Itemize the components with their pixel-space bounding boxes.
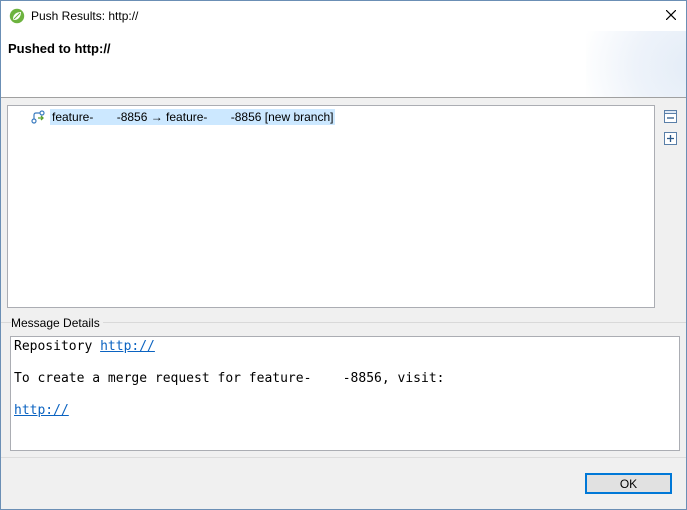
pane-divider[interactable] — [1, 322, 686, 323]
collapse-all-icon — [664, 110, 677, 126]
header-decoration — [586, 31, 686, 97]
push-results-tree[interactable]: feature- -8856 → feature- -8856 [new bra… — [7, 105, 655, 308]
push-branch-icon — [30, 109, 46, 125]
message-line-merge-request: To create a merge request for feature- -… — [14, 371, 445, 386]
window-title: Push Results: http:// — [31, 9, 139, 23]
title-bar: Push Results: http:// — [1, 1, 686, 31]
close-button[interactable] — [656, 1, 686, 31]
header-title: Pushed to http:// — [8, 41, 111, 56]
expand-all-button[interactable] — [664, 132, 677, 145]
merge-request-link[interactable]: http:// — [14, 403, 69, 418]
ok-button[interactable]: OK — [585, 473, 672, 494]
repository-link[interactable]: http:// — [100, 339, 155, 354]
message-line-url: http:// — [14, 403, 69, 418]
push-results-dialog: Push Results: http:// Pushed to http:// — [0, 0, 687, 510]
message-line-repository: Repository http:// — [14, 339, 155, 354]
footer-separator — [1, 457, 686, 458]
close-icon — [665, 9, 677, 23]
tree-row-label: feature- -8856 → feature- -8856 [new bra… — [50, 108, 336, 125]
message-details-text[interactable]: Repository http:// To create a merge req… — [10, 336, 680, 451]
header-separator — [1, 97, 686, 98]
repository-prefix: Repository — [14, 339, 101, 354]
spring-leaf-icon — [9, 8, 25, 24]
tree-row[interactable]: feature- -8856 → feature- -8856 [new bra… — [30, 108, 336, 125]
expand-all-icon — [664, 132, 677, 148]
collapse-all-button[interactable] — [664, 110, 677, 123]
dialog-header: Pushed to http:// — [1, 31, 686, 97]
message-details-label: Message Details — [11, 316, 103, 330]
